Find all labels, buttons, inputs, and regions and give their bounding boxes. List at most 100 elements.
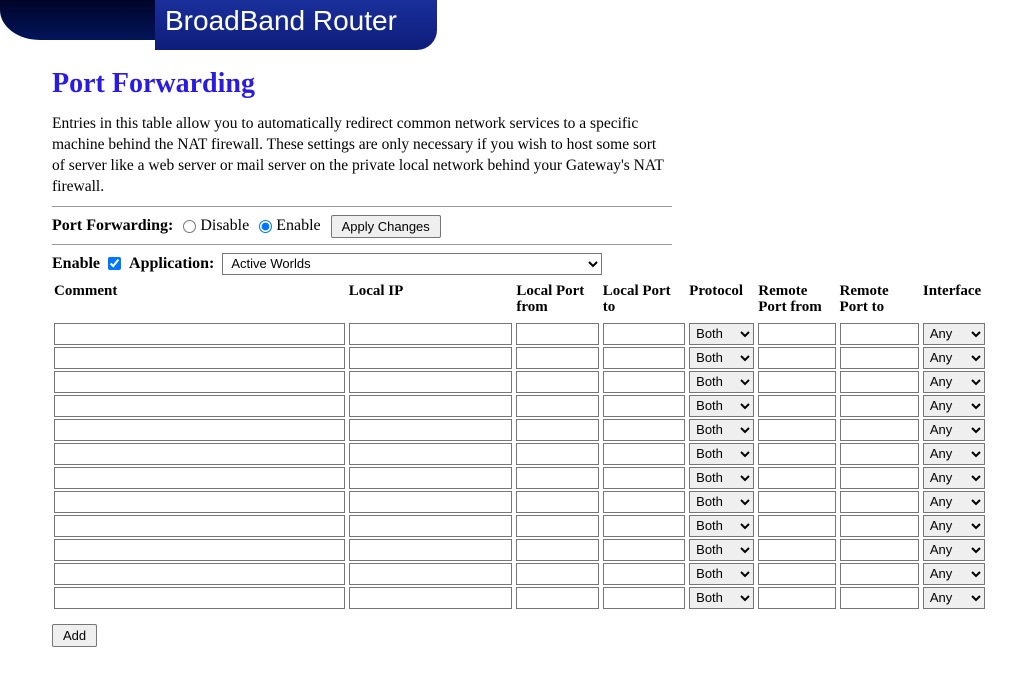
- remote-port-from-input[interactable]: [758, 419, 835, 441]
- row-enable-checkbox[interactable]: [108, 257, 121, 270]
- comment-input[interactable]: [54, 395, 345, 417]
- local-ip-input[interactable]: [349, 491, 513, 513]
- remote-port-to-input[interactable]: [840, 395, 919, 417]
- remote-port-from-input[interactable]: [758, 515, 835, 537]
- local-port-from-input[interactable]: [516, 539, 598, 561]
- local-ip-input[interactable]: [349, 323, 513, 345]
- comment-input[interactable]: [54, 347, 345, 369]
- protocol-select[interactable]: Both: [689, 467, 754, 489]
- remote-port-from-input[interactable]: [758, 443, 835, 465]
- local-port-from-input[interactable]: [516, 467, 598, 489]
- local-port-from-input[interactable]: [516, 395, 598, 417]
- remote-port-to-input[interactable]: [840, 587, 919, 609]
- protocol-select[interactable]: Both: [689, 347, 754, 369]
- protocol-select[interactable]: Both: [689, 563, 754, 585]
- local-ip-input[interactable]: [349, 587, 513, 609]
- comment-input[interactable]: [54, 587, 345, 609]
- comment-input[interactable]: [54, 563, 345, 585]
- local-port-to-input[interactable]: [603, 443, 685, 465]
- local-port-to-input[interactable]: [603, 419, 685, 441]
- interface-select[interactable]: Any: [923, 491, 985, 513]
- comment-input[interactable]: [54, 515, 345, 537]
- remote-port-to-input[interactable]: [840, 467, 919, 489]
- comment-input[interactable]: [54, 467, 345, 489]
- application-select[interactable]: Active Worlds: [222, 253, 602, 275]
- interface-select[interactable]: Any: [923, 563, 985, 585]
- remote-port-from-input[interactable]: [758, 347, 835, 369]
- remote-port-to-input[interactable]: [840, 419, 919, 441]
- interface-select[interactable]: Any: [923, 443, 985, 465]
- protocol-select[interactable]: Both: [689, 443, 754, 465]
- comment-input[interactable]: [54, 419, 345, 441]
- remote-port-from-input[interactable]: [758, 491, 835, 513]
- interface-select[interactable]: Any: [923, 539, 985, 561]
- remote-port-from-input[interactable]: [758, 467, 835, 489]
- protocol-select[interactable]: Both: [689, 587, 754, 609]
- protocol-select[interactable]: Both: [689, 395, 754, 417]
- local-port-to-input[interactable]: [603, 323, 685, 345]
- protocol-select[interactable]: Both: [689, 371, 754, 393]
- interface-select[interactable]: Any: [923, 323, 985, 345]
- remote-port-from-input[interactable]: [758, 371, 835, 393]
- local-port-from-input[interactable]: [516, 323, 598, 345]
- remote-port-to-input[interactable]: [840, 563, 919, 585]
- local-port-from-input[interactable]: [516, 515, 598, 537]
- interface-select[interactable]: Any: [923, 347, 985, 369]
- interface-select[interactable]: Any: [923, 419, 985, 441]
- remote-port-from-input[interactable]: [758, 563, 835, 585]
- local-port-to-input[interactable]: [603, 515, 685, 537]
- protocol-select[interactable]: Both: [689, 491, 754, 513]
- interface-select[interactable]: Any: [923, 371, 985, 393]
- remote-port-from-input[interactable]: [758, 587, 835, 609]
- protocol-select[interactable]: Both: [689, 323, 754, 345]
- local-port-from-input[interactable]: [516, 443, 598, 465]
- add-button[interactable]: Add: [52, 624, 97, 647]
- local-port-to-input[interactable]: [603, 395, 685, 417]
- pf-enable-radio[interactable]: [259, 220, 272, 233]
- local-ip-input[interactable]: [349, 539, 513, 561]
- local-ip-input[interactable]: [349, 443, 513, 465]
- local-ip-input[interactable]: [349, 371, 513, 393]
- local-port-to-input[interactable]: [603, 491, 685, 513]
- local-port-to-input[interactable]: [603, 563, 685, 585]
- interface-select[interactable]: Any: [923, 587, 985, 609]
- comment-input[interactable]: [54, 491, 345, 513]
- local-port-to-input[interactable]: [603, 539, 685, 561]
- local-ip-input[interactable]: [349, 515, 513, 537]
- protocol-select[interactable]: Both: [689, 419, 754, 441]
- remote-port-to-input[interactable]: [840, 347, 919, 369]
- remote-port-from-input[interactable]: [758, 395, 835, 417]
- interface-select[interactable]: Any: [923, 515, 985, 537]
- remote-port-to-input[interactable]: [840, 443, 919, 465]
- interface-select[interactable]: Any: [923, 467, 985, 489]
- remote-port-to-input[interactable]: [840, 371, 919, 393]
- local-ip-input[interactable]: [349, 419, 513, 441]
- local-ip-input[interactable]: [349, 395, 513, 417]
- local-port-to-input[interactable]: [603, 587, 685, 609]
- remote-port-from-input[interactable]: [758, 539, 835, 561]
- local-ip-input[interactable]: [349, 347, 513, 369]
- comment-input[interactable]: [54, 539, 345, 561]
- pf-disable-radio[interactable]: [183, 220, 196, 233]
- interface-select[interactable]: Any: [923, 395, 985, 417]
- local-port-to-input[interactable]: [603, 347, 685, 369]
- remote-port-to-input[interactable]: [840, 539, 919, 561]
- local-port-from-input[interactable]: [516, 563, 598, 585]
- remote-port-from-input[interactable]: [758, 323, 835, 345]
- local-ip-input[interactable]: [349, 563, 513, 585]
- protocol-select[interactable]: Both: [689, 539, 754, 561]
- remote-port-to-input[interactable]: [840, 515, 919, 537]
- local-port-from-input[interactable]: [516, 587, 598, 609]
- local-port-from-input[interactable]: [516, 371, 598, 393]
- remote-port-to-input[interactable]: [840, 323, 919, 345]
- local-ip-input[interactable]: [349, 467, 513, 489]
- local-port-from-input[interactable]: [516, 347, 598, 369]
- local-port-from-input[interactable]: [516, 419, 598, 441]
- comment-input[interactable]: [54, 443, 345, 465]
- remote-port-to-input[interactable]: [840, 491, 919, 513]
- comment-input[interactable]: [54, 371, 345, 393]
- protocol-select[interactable]: Both: [689, 515, 754, 537]
- local-port-from-input[interactable]: [516, 491, 598, 513]
- local-port-to-input[interactable]: [603, 467, 685, 489]
- apply-changes-button[interactable]: Apply Changes: [331, 215, 441, 238]
